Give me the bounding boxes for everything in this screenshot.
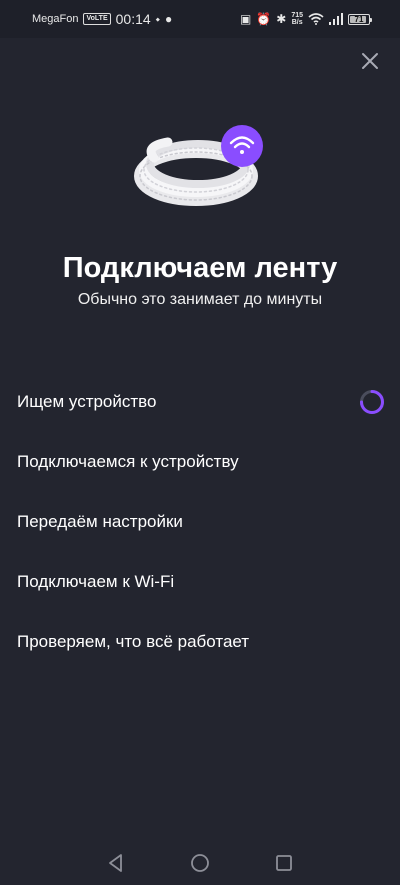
battery-percent: 71	[354, 14, 364, 24]
connection-steps-list: Ищем устройство Подключаемся к устройств…	[17, 372, 387, 672]
data-saver-icon: ⬩	[155, 12, 160, 26]
signal-icon	[329, 13, 343, 25]
bluetooth-icon: ✱	[276, 12, 287, 26]
battery-icon: 71	[348, 13, 372, 25]
loading-spinner-icon	[360, 390, 384, 414]
step-sending-settings: Передаём настройки	[17, 492, 387, 552]
alarm-icon: ⏰	[256, 12, 272, 26]
status-bar-right: ▣ ⏰ ✱ 715 B/s 71	[239, 12, 372, 26]
step-label: Ищем устройство	[17, 392, 157, 411]
volte-icon: VoLTE	[83, 13, 111, 25]
nfc-icon: ▣	[239, 12, 252, 26]
carrier-name: MegaFon	[32, 13, 79, 25]
connecting-screen: MegaFon VoLTE 00:14 ⬩ ● ▣ ⏰ ✱ 715 B/s 71…	[0, 0, 400, 885]
step-label: Передаём настройки	[17, 512, 183, 531]
status-bar: MegaFon VoLTE 00:14 ⬩ ● ▣ ⏰ ✱ 715 B/s 71	[0, 0, 400, 38]
step-label: Подключаем к Wi-Fi	[17, 572, 175, 591]
home-icon[interactable]	[188, 851, 212, 875]
system-nav-bar	[0, 840, 400, 885]
step-searching-device: Ищем устройство	[17, 372, 387, 432]
step-label: Проверяем, что всё работает	[17, 632, 250, 651]
wifi-status-icon	[308, 13, 324, 25]
page-title: Подключаем ленту	[62, 252, 338, 284]
led-strip-illustration	[134, 125, 263, 206]
step-checking-work: Проверяем, что всё работает	[17, 612, 387, 672]
step-connecting-device: Подключаемся к устройству	[17, 432, 387, 492]
clock: 00:14	[115, 11, 151, 27]
network-speed-unit: B/s	[291, 19, 303, 26]
page-subtitle: Обычно это занимает до минуты	[77, 291, 323, 308]
network-speed: 715 B/s	[291, 12, 303, 26]
notification-icon: ●	[165, 12, 173, 26]
back-icon[interactable]	[104, 851, 128, 875]
step-label: Подключаемся к устройству	[17, 452, 239, 471]
step-connecting-wifi: Подключаем к Wi-Fi	[17, 552, 387, 612]
network-speed-value: 715	[291, 12, 303, 19]
close-icon[interactable]	[358, 49, 382, 73]
wifi-badge	[221, 125, 263, 167]
recents-icon[interactable]	[272, 851, 296, 875]
status-bar-left: MegaFon VoLTE 00:14 ⬩ ●	[32, 11, 172, 27]
